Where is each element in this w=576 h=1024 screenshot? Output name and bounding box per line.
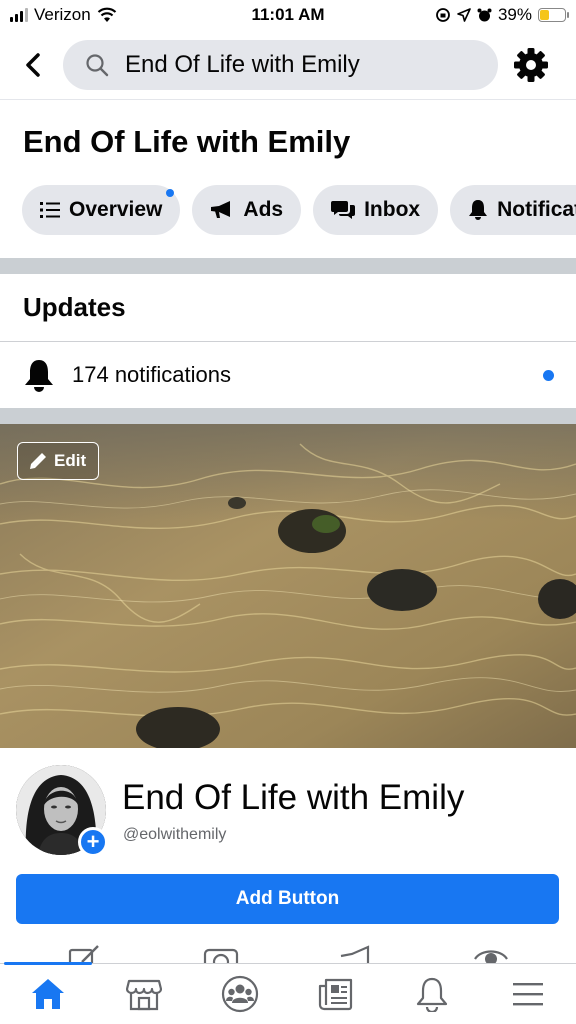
news-icon: [318, 978, 353, 1011]
tab-notifications[interactable]: [408, 974, 456, 1014]
avatar[interactable]: +: [16, 765, 108, 857]
home-icon: [32, 979, 64, 1009]
search-input[interactable]: End Of Life with Emily: [63, 40, 498, 90]
page-title: End Of Life with Emily: [23, 124, 351, 159]
megaphone-icon: [211, 201, 231, 218]
megaphone-icon[interactable]: [338, 944, 374, 964]
search-icon: [86, 54, 109, 77]
section-chips: Overview Ads Inbox Notifications: [22, 185, 576, 235]
bell-icon: [25, 360, 53, 392]
tab-marketplace[interactable]: [120, 974, 168, 1014]
chat-bubbles-icon: [331, 201, 356, 219]
chip-overview-label: Overview: [69, 198, 163, 221]
battery-percent: 39%: [497, 5, 532, 24]
page-actions-row: [0, 940, 576, 964]
battery-icon: [538, 8, 569, 22]
page: Verizon 11:01 AM 39% End Of Life with Em…: [0, 0, 576, 1024]
gear-icon: [514, 48, 548, 82]
add-photo-icon[interactable]: +: [78, 827, 108, 857]
edit-cover-button[interactable]: Edit: [17, 442, 99, 480]
back-button[interactable]: [18, 48, 48, 82]
section-divider: [0, 258, 576, 274]
settings-button[interactable]: [512, 46, 550, 84]
chip-notifications[interactable]: Notifications: [450, 185, 576, 235]
list-icon: [40, 202, 60, 218]
chip-notifications-label: Notifications: [497, 198, 576, 221]
profile-name: End Of Life with Emily: [122, 778, 465, 817]
groups-icon: [221, 975, 259, 1013]
notifications-row[interactable]: 174 notifications: [0, 342, 576, 408]
edit-icon[interactable]: [68, 944, 102, 964]
status-bar: Verizon 11:01 AM 39%: [0, 0, 576, 30]
chevron-left-icon: [26, 53, 40, 77]
chip-overview[interactable]: Overview: [22, 185, 181, 235]
eye-icon[interactable]: [473, 944, 509, 964]
cover-photo[interactable]: Edit: [0, 424, 576, 748]
search-query: End Of Life with Emily: [125, 51, 360, 78]
location-icon: [457, 8, 471, 22]
search-header: End Of Life with Emily: [0, 30, 576, 100]
updates-heading: Updates: [23, 292, 126, 322]
alarm-icon: [477, 8, 492, 21]
tab-news[interactable]: [312, 974, 360, 1014]
chip-inbox[interactable]: Inbox: [313, 185, 439, 235]
chip-ads-label: Ads: [243, 198, 284, 221]
camera-icon[interactable]: [203, 944, 239, 964]
add-button[interactable]: Add Button: [16, 874, 559, 924]
status-right: 39%: [435, 5, 569, 25]
active-tab-indicator: [4, 962, 92, 965]
chip-inbox-label: Inbox: [364, 198, 421, 221]
profile-handle: @eolwithemily: [123, 826, 227, 843]
pencil-icon: [30, 453, 46, 469]
unread-dot: [166, 189, 175, 197]
bell-icon: [469, 200, 488, 220]
marketplace-icon: [126, 979, 162, 1011]
orientation-lock-icon: [436, 8, 450, 22]
section-divider: [0, 408, 576, 424]
tab-bar: [0, 962, 576, 1024]
tab-groups[interactable]: [216, 974, 264, 1014]
chip-ads[interactable]: Ads: [192, 185, 302, 235]
tab-menu[interactable]: [504, 974, 552, 1014]
tab-home[interactable]: [24, 974, 72, 1014]
bell-icon: [416, 977, 448, 1012]
unread-dot: [543, 370, 554, 381]
edit-cover-label: Edit: [54, 451, 87, 470]
menu-icon: [513, 983, 543, 1006]
notifications-count: 174 notifications: [72, 362, 231, 387]
